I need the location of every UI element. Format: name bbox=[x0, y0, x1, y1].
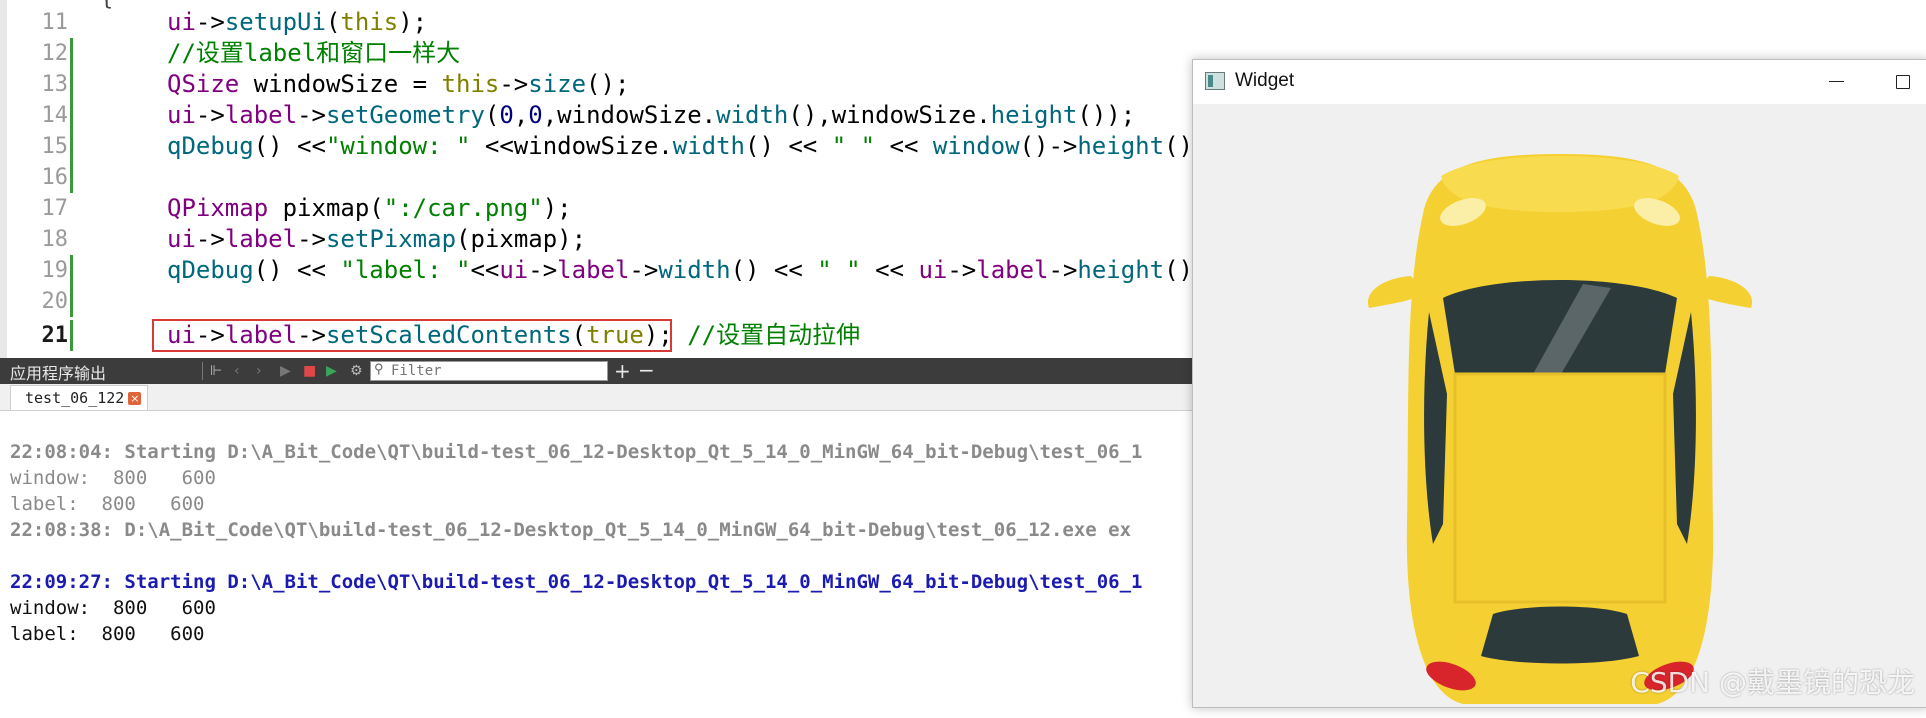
code-text[interactable]: ui->setupUi(this); bbox=[167, 7, 427, 38]
window-titlebar[interactable]: Widget bbox=[1193, 60, 1926, 104]
attach-icon[interactable]: ⊩ bbox=[210, 362, 222, 380]
output-line: label: 800 600 bbox=[10, 623, 205, 645]
modified-marker bbox=[70, 69, 73, 100]
line-number: 12 bbox=[41, 41, 69, 66]
next-arrow-icon[interactable]: › bbox=[256, 362, 262, 380]
line-number: 16 bbox=[41, 165, 69, 190]
modified-marker bbox=[70, 286, 73, 317]
tab-test-06-122[interactable]: test_06_122 × bbox=[10, 385, 149, 410]
run-icon[interactable]: ▶ bbox=[280, 362, 291, 380]
line-number: 21 bbox=[41, 323, 69, 348]
window-title: Widget bbox=[1235, 70, 1295, 91]
output-line: window: 800 600 bbox=[10, 467, 216, 489]
line-number: 15 bbox=[41, 134, 69, 159]
tab-label: test_06_122 bbox=[25, 389, 125, 407]
line-number: 11 bbox=[41, 10, 69, 35]
minimize-button[interactable] bbox=[1809, 60, 1861, 104]
code-text[interactable]: QPixmap pixmap(":/car.png"); bbox=[167, 193, 572, 224]
car-image bbox=[1367, 154, 1753, 704]
modified-marker bbox=[70, 38, 73, 69]
watermark: CSDN @戴墨镜的恐龙 bbox=[1630, 666, 1915, 699]
stop-icon[interactable]: ■ bbox=[303, 362, 316, 380]
line-number: 14 bbox=[41, 103, 69, 128]
output-line: 22:08:38: D:\A_Bit_Code\QT\build-test_06… bbox=[10, 519, 1132, 541]
line-number: 13 bbox=[41, 72, 69, 97]
toolbar-separator bbox=[202, 362, 203, 380]
gear-icon[interactable]: ⚙ bbox=[350, 362, 363, 380]
code-text[interactable]: QSize windowSize = this->size(); bbox=[167, 69, 629, 100]
line-number: 19 bbox=[41, 258, 69, 283]
output-line: label: 800 600 bbox=[10, 493, 205, 515]
filter-input-box[interactable]: ⚲ bbox=[370, 361, 608, 381]
modified-marker bbox=[70, 100, 73, 131]
maximize-button[interactable] bbox=[1877, 60, 1926, 104]
output-line: 22:08:04: Starting D:\A_Bit_Code\QT\buil… bbox=[10, 441, 1143, 463]
zoom-out-button[interactable]: − bbox=[638, 358, 655, 382]
output-line: window: 800 600 bbox=[10, 597, 216, 619]
widget-window[interactable]: Widget CSDN @戴墨镜的恐龙 bbox=[1192, 59, 1926, 708]
line-number: 17 bbox=[41, 196, 69, 221]
window-content: CSDN @戴墨镜的恐龙 bbox=[1193, 104, 1926, 707]
filter-input[interactable] bbox=[391, 363, 601, 379]
output-line: 22:09:27: Starting D:\A_Bit_Code\QT\buil… bbox=[10, 571, 1143, 593]
prev-arrow-icon[interactable]: ‹ bbox=[234, 362, 240, 380]
close-icon[interactable]: × bbox=[128, 392, 142, 405]
modified-marker bbox=[70, 255, 73, 286]
app-icon bbox=[1205, 72, 1225, 90]
debug-run-icon[interactable]: ▶ bbox=[326, 362, 337, 380]
code-text[interactable]: qDebug() <<"window: " <<windowSize.width… bbox=[167, 131, 1193, 162]
code-text[interactable]: qDebug() << "label: "<<ui->label->width(… bbox=[167, 255, 1193, 286]
line-number: 20 bbox=[41, 289, 69, 314]
code-comment[interactable]: //设置label和窗口一样大 bbox=[167, 38, 460, 69]
code-text[interactable]: ui->label->setGeometry(0,0,windowSize.wi… bbox=[167, 100, 1135, 131]
output-pane-title: 应用程序输出 bbox=[10, 364, 107, 383]
code-line[interactable]: 11 ui->setupUi(this); bbox=[0, 7, 1926, 38]
highlight-box bbox=[152, 319, 672, 352]
modified-marker bbox=[70, 162, 73, 193]
line-number: 18 bbox=[41, 227, 69, 252]
modified-marker bbox=[70, 320, 73, 351]
search-icon: ⚲ bbox=[374, 362, 384, 377]
code-text[interactable]: ui->label->setPixmap(pixmap); bbox=[167, 224, 586, 255]
zoom-in-button[interactable]: + bbox=[614, 359, 631, 383]
car-icon bbox=[1367, 154, 1753, 704]
modified-marker bbox=[70, 131, 73, 162]
